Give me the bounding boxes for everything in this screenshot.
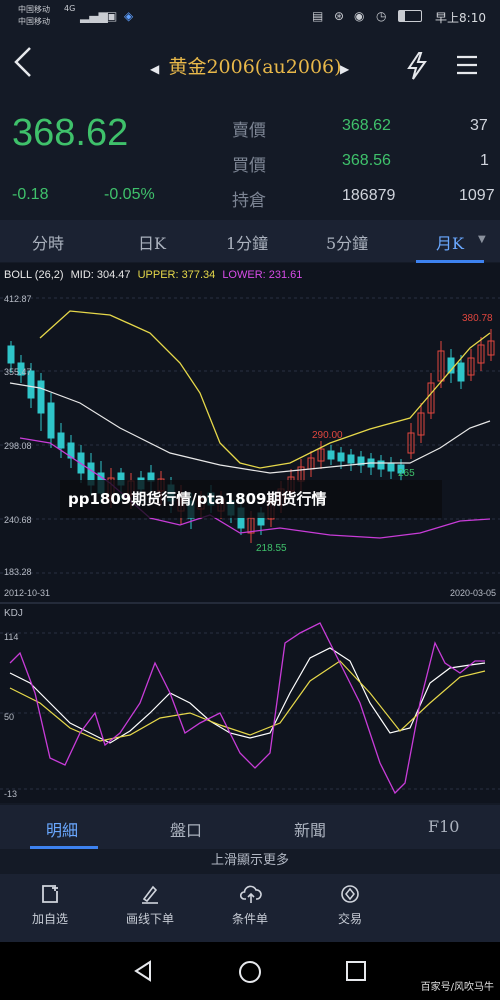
kdj-label: KDJ: [4, 608, 23, 619]
y-tick-1: 412.87: [4, 294, 32, 304]
kline-chart-svg: [0, 297, 500, 795]
ask-label: 賣價: [232, 121, 266, 141]
status-bar: 中国移动 中国移动 4G ▂▄▆ ▣ ◈ ▤ ⊛ ◉ ◷ 早上8:10: [0, 0, 500, 34]
title-banner: pp1809期货行情/pta1809期货行情: [60, 480, 442, 518]
nav-recents-icon[interactable]: [346, 961, 366, 985]
flash-icon[interactable]: [406, 52, 428, 84]
battery-icon: [398, 10, 422, 22]
swipe-more-hint[interactable]: 上滑顯示更多: [0, 849, 500, 873]
price-change: -0.18: [12, 186, 49, 203]
tab-f10[interactable]: F10: [428, 817, 459, 836]
next-contract-icon[interactable]: ▶: [340, 62, 349, 76]
trade-icon: [340, 884, 360, 904]
ask-qty: 37: [470, 117, 488, 134]
kdj-k-line: [9, 647, 486, 744]
candle-body: [377, 460, 385, 470]
network-type: 4G: [64, 4, 76, 13]
tab-monthly-k[interactable]: 月K: [436, 230, 464, 254]
price-change-pct: -0.05%: [104, 186, 155, 203]
candle-body: [47, 402, 55, 439]
boll-legend-params: (26,2): [34, 269, 64, 281]
nav-back-icon[interactable]: [132, 960, 154, 986]
candle-body: [327, 450, 335, 460]
clock: 早上8:10: [435, 11, 486, 25]
add-watchlist-label: 加自选: [31, 912, 68, 926]
y-tick-5: 183.28: [4, 567, 32, 577]
trade-label: 交易: [337, 912, 362, 926]
boll-legend-name: BOLL: [4, 269, 32, 281]
boll-upper-value: UPPER: 377.34: [137, 269, 216, 281]
kdj-tick-3: -13: [4, 789, 18, 799]
candle-body: [337, 452, 345, 462]
back-icon[interactable]: [10, 44, 40, 84]
boll-upper-line: [39, 310, 491, 469]
cloud-upload-icon: [239, 884, 262, 904]
watermark: 百家号/风吹马牛: [420, 982, 494, 993]
bottom-toolbar: 加自选 画线下单 条件单 交易: [0, 874, 500, 942]
eye-icon: ◉: [354, 9, 365, 23]
annot-small: 265: [398, 468, 415, 479]
boll-legend: BOLL (26,2) MID: 304.47 UPPER: 377.34 LO…: [4, 269, 302, 281]
draw-line-icon: [140, 884, 160, 904]
draw-line-order-button[interactable]: 画线下单: [100, 874, 200, 942]
carrier-1: 中国移动: [18, 5, 50, 14]
period-tabs: 分時 日K 1分鐘 5分鐘 月K ▼: [0, 220, 500, 262]
candle-body: [457, 362, 465, 382]
y-tick-2: 355.47: [4, 367, 32, 377]
tab-details[interactable]: 明細: [46, 817, 78, 841]
annot-mid: 290.00: [312, 430, 343, 441]
last-price: 368.62: [12, 112, 129, 154]
add-watchlist-icon: [40, 884, 60, 904]
bid-qty: 1: [480, 152, 489, 169]
page-title: 黄金2006(au2006): [168, 56, 342, 78]
app-header: ◀ 黄金2006(au2006) ▶: [0, 34, 500, 98]
y-tick-3: 298.08: [4, 441, 32, 451]
tab-intraday[interactable]: 分時: [32, 230, 64, 254]
app-icon: ◈: [124, 9, 134, 23]
boll-mid-value: MID: 304.47: [70, 269, 131, 281]
alarm-icon: ◷: [376, 9, 387, 23]
trade-button[interactable]: 交易: [300, 874, 400, 942]
candle-body: [37, 380, 45, 414]
tab-1min[interactable]: 1分鐘: [226, 230, 268, 254]
bid-label: 買價: [232, 156, 266, 176]
gallery-icon: ▣: [106, 9, 118, 23]
candle-body: [347, 454, 355, 464]
conditional-order-label: 条件单: [231, 912, 268, 926]
candle-body: [57, 432, 65, 449]
candle-body: [387, 462, 395, 472]
tab-daily-k[interactable]: 日K: [138, 230, 166, 254]
add-watchlist-button[interactable]: 加自选: [0, 874, 100, 942]
annot-high: 380.78: [462, 313, 493, 324]
open-interest-change: 1097: [459, 187, 495, 204]
date-end: 2020-03-05: [450, 588, 497, 598]
open-interest-label: 持倉: [232, 191, 266, 211]
kline-chart[interactable]: [0, 263, 500, 803]
more-periods-icon[interactable]: ▼: [478, 234, 486, 245]
tab-order-book[interactable]: 盤口: [170, 817, 202, 841]
conditional-order-button[interactable]: 条件单: [200, 874, 300, 942]
candle-body: [7, 345, 15, 364]
tab-news[interactable]: 新聞: [294, 817, 326, 841]
vibrate-icon: ⊛: [334, 9, 345, 23]
signal-icon: ▂▄▆: [80, 9, 108, 23]
detail-tabs: 明細 盤口 新聞 F10: [0, 805, 500, 849]
annot-low: 218.55: [256, 543, 287, 554]
kdj-j-line: [9, 622, 485, 795]
date-start: 2012-10-31: [4, 588, 51, 598]
y-tick-4: 240.68: [4, 515, 32, 525]
menu-icon[interactable]: [456, 54, 478, 80]
kdj-tick-2: 50: [4, 712, 15, 722]
draw-line-label: 画线下单: [125, 912, 174, 926]
bid-price: 368.56: [342, 152, 391, 169]
boll-lower-value: LOWER: 231.61: [222, 269, 303, 281]
open-interest: 186879: [342, 187, 396, 204]
nav-home-icon[interactable]: [238, 960, 262, 988]
ask-price: 368.62: [342, 117, 391, 134]
hd-icon: ▤: [312, 9, 324, 23]
kdj-tick-1: 114: [4, 632, 19, 642]
carrier-2: 中国移动: [18, 17, 50, 26]
tab-5min[interactable]: 5分鐘: [326, 230, 368, 254]
